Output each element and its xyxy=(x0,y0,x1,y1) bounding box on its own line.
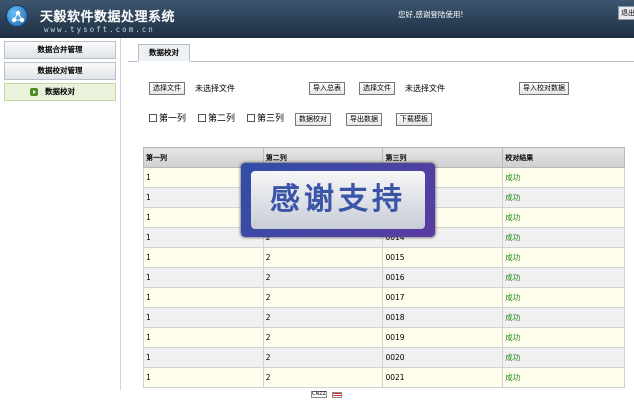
table-cell: 2 xyxy=(262,287,384,308)
table-cell: 1 xyxy=(143,327,264,348)
table-row[interactable]: 1 2 0020 成功 xyxy=(143,347,625,368)
welcome-text: 您好,感谢登陆使用! xyxy=(398,10,464,19)
import-check-button[interactable]: 导入校对数据 xyxy=(519,82,569,95)
download-template-button[interactable]: 下载模板 xyxy=(396,113,432,126)
checkbox-label: 第二列 xyxy=(208,114,236,124)
table-cell: 2 xyxy=(262,267,384,288)
checkbox-label: 第三列 xyxy=(257,114,285,124)
column1-checkbox[interactable]: 第一列 xyxy=(149,113,186,125)
table-cell: 0015 xyxy=(382,247,504,268)
choose-file-button-1[interactable]: 选择文件 xyxy=(149,82,185,95)
checkbox-icon xyxy=(247,114,255,122)
table-cell: 2 xyxy=(262,327,384,348)
file-status-2: 未选择文件 xyxy=(405,84,445,93)
sidebar-group-check[interactable]: 数据校对管理 xyxy=(4,62,116,80)
app-header: 天毅软件数据处理系统 www.tysoft.com.cn 您好,感谢登陆使用! … xyxy=(0,0,634,38)
result-cell: 成功 xyxy=(502,307,625,328)
result-cell: 成功 xyxy=(502,247,625,268)
table-cell: 2 xyxy=(262,247,384,268)
sidebar-item-verify[interactable]: 数据校对 xyxy=(4,83,116,101)
sidebar: 数据合并管理 数据校对管理 数据校对 xyxy=(0,38,121,390)
table-row[interactable]: 1 2 0021 成功 xyxy=(143,367,625,388)
table-cell: 0021 xyxy=(382,367,504,388)
result-cell: 成功 xyxy=(502,287,625,308)
column3-checkbox[interactable]: 第三列 xyxy=(247,113,284,125)
table-row[interactable]: 1 2 0015 成功 xyxy=(143,247,625,268)
table-row[interactable]: 1 2 0017 成功 xyxy=(143,287,625,308)
column-header: 校对结果 xyxy=(502,147,625,168)
result-cell: 成功 xyxy=(502,327,625,348)
table-cell: 1 xyxy=(143,307,264,328)
table-cell: 1 xyxy=(143,347,264,368)
table-row[interactable]: 1 2 0018 成功 xyxy=(143,307,625,328)
column2-checkbox[interactable]: 第二列 xyxy=(198,113,235,125)
arrow-right-icon xyxy=(30,88,38,96)
table-cell: 0019 xyxy=(382,327,504,348)
app-url: www.tysoft.com.cn xyxy=(44,25,155,34)
result-cell: 成功 xyxy=(502,187,625,208)
table-cell: 0020 xyxy=(382,347,504,368)
overlay-panel: 感谢支持 xyxy=(251,171,425,229)
tab-verify[interactable]: 数据校对 xyxy=(138,44,190,62)
logo-icon xyxy=(6,5,28,27)
table-cell: 1 xyxy=(143,267,264,288)
flag-icon xyxy=(332,392,342,398)
table-cell: 1 xyxy=(143,287,264,308)
checkbox-icon xyxy=(198,114,206,122)
checkbox-icon xyxy=(149,114,157,122)
table-row[interactable]: 1 2 0016 成功 xyxy=(143,267,625,288)
result-cell: 成功 xyxy=(502,267,625,288)
table-cell: 0016 xyxy=(382,267,504,288)
table-cell: 2 xyxy=(262,307,384,328)
verify-button[interactable]: 数据校对 xyxy=(295,113,331,126)
table-cell: 1 xyxy=(143,367,264,388)
tab-bar: 数据校对 xyxy=(128,38,634,62)
table-cell: 1 xyxy=(143,247,264,268)
table-cell: 0017 xyxy=(382,287,504,308)
import-total-button[interactable]: 导入总表 xyxy=(309,82,345,95)
overlay-text: 感谢支持 xyxy=(270,182,406,217)
exit-button[interactable]: 退出 xyxy=(618,6,634,20)
table-cell: 2 xyxy=(262,367,384,388)
result-cell: 成功 xyxy=(502,347,625,368)
result-cell: 成功 xyxy=(502,227,625,248)
export-button[interactable]: 导出数据 xyxy=(346,113,382,126)
result-cell: 成功 xyxy=(502,167,625,188)
thanks-overlay: 感谢支持 xyxy=(241,163,435,237)
table-cell: 2 xyxy=(262,347,384,368)
checkbox-label: 第一列 xyxy=(159,114,187,124)
result-cell: 成功 xyxy=(502,207,625,228)
table-cell: 0018 xyxy=(382,307,504,328)
result-cell: 成功 xyxy=(502,367,625,388)
sidebar-item-label: 数据校对 xyxy=(45,87,75,96)
app-title: 天毅软件数据处理系统 xyxy=(40,10,176,25)
sidebar-group-merge[interactable]: 数据合并管理 xyxy=(4,41,116,59)
file-status-1: 未选择文件 xyxy=(195,84,235,93)
footer: CNZZ xyxy=(0,390,634,400)
choose-file-button-2[interactable]: 选择文件 xyxy=(359,82,395,95)
table-row[interactable]: 1 2 0019 成功 xyxy=(143,327,625,348)
cnzz-badge[interactable]: CNZZ xyxy=(311,391,327,398)
